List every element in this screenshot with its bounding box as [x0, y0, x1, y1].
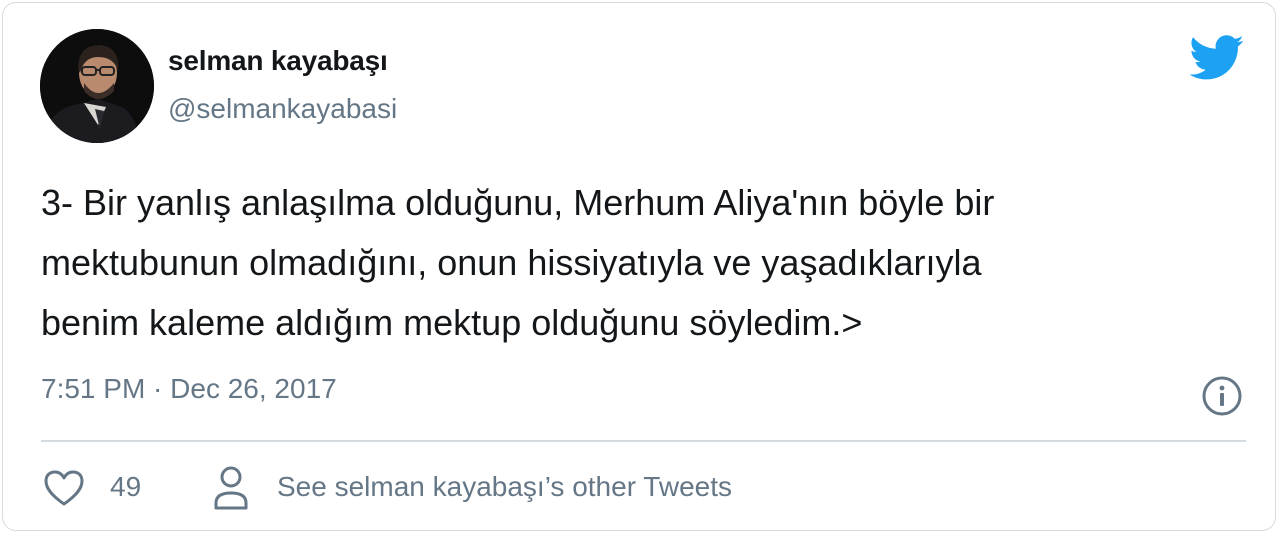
author-handle[interactable]: @selmankayabasi: [168, 93, 397, 125]
person-icon: [214, 466, 248, 510]
like-count[interactable]: 49: [110, 471, 141, 503]
twitter-bird-icon[interactable]: [1189, 35, 1245, 81]
tweet-timestamp[interactable]: 7:51 PM · Dec 26, 2017: [41, 373, 337, 405]
info-icon[interactable]: [1201, 375, 1243, 417]
heart-icon[interactable]: [43, 469, 85, 507]
divider: [41, 440, 1246, 442]
tweet-text-line: benim kaleme aldığım mektup olduğunu söy…: [41, 302, 863, 343]
profile-photo: [40, 29, 154, 143]
author-avatar[interactable]: [40, 29, 154, 143]
author-name[interactable]: selman kayabaşı: [168, 45, 388, 77]
tweet-text-line: 3- Bir yanlış anlaşılma olduğunu, Merhum…: [41, 182, 995, 223]
tweet-card: selman kayabaşı @selmankayabasi 3- Bir y…: [2, 2, 1276, 531]
see-other-tweets-link[interactable]: See selman kayabaşı’s other Tweets: [277, 471, 732, 503]
tweet-text-line: mektubunun olmadığını, onun hissiyatıyla…: [41, 242, 982, 283]
tweet-text: 3- Bir yanlış anlaşılma olduğunu, Merhum…: [41, 173, 1241, 353]
